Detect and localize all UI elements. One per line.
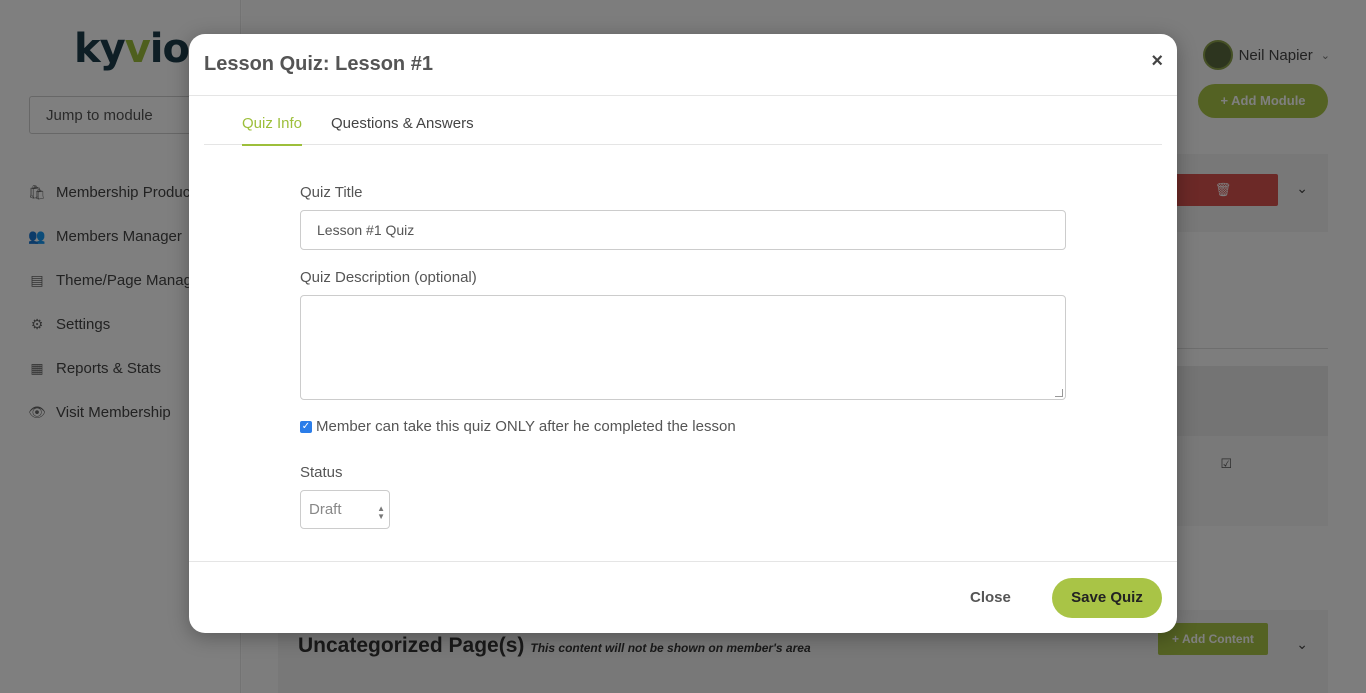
quiz-title-label: Quiz Title [300, 184, 363, 201]
resize-handle-icon[interactable] [1055, 389, 1063, 397]
tab-questions-answers[interactable]: Questions & Answers [331, 115, 474, 144]
save-quiz-button[interactable]: Save Quiz [1052, 578, 1162, 618]
lesson-quiz-modal: Lesson Quiz: Lesson #1 × Quiz Info Quest… [189, 34, 1177, 633]
tab-quiz-info[interactable]: Quiz Info [242, 115, 303, 146]
modal-header: Lesson Quiz: Lesson #1 × [189, 34, 1177, 96]
quiz-description-label: Quiz Description (optional) [300, 269, 477, 286]
modal-title: Lesson Quiz: Lesson #1 [204, 53, 433, 75]
modal-tabs: Quiz Info Questions & Answers [204, 96, 1162, 146]
close-button[interactable]: Close [970, 589, 1011, 606]
close-icon[interactable]: × [1151, 50, 1163, 73]
quiz-description-textarea[interactable] [300, 295, 1066, 400]
completion-requirement-row: ✓ Member can take this quiz ONLY after h… [300, 418, 736, 435]
status-select[interactable]: Draft ▲ ▼ [300, 490, 390, 529]
status-label: Status [300, 464, 343, 481]
select-arrows-icon: ▲ ▼ [377, 504, 385, 521]
completion-requirement-checkbox[interactable]: ✓ [300, 420, 312, 433]
modal-footer: Close Save Quiz [189, 561, 1177, 633]
quiz-title-input[interactable]: Lesson #1 Quiz [300, 210, 1066, 250]
completion-requirement-label[interactable]: Member can take this quiz ONLY after he … [316, 418, 736, 435]
